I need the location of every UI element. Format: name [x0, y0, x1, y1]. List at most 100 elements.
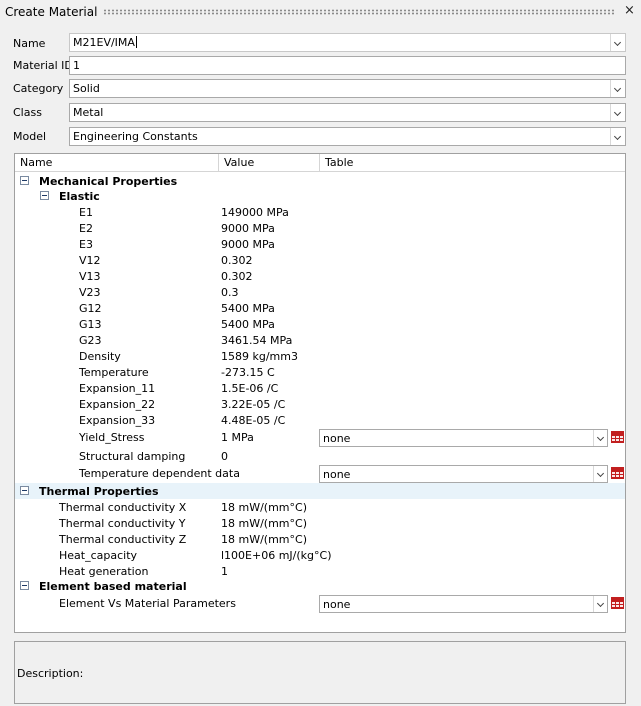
- property-row[interactable]: Thermal conductivity Z 18 mW/(mm°C): [15, 531, 625, 547]
- column-header-table[interactable]: Table: [320, 154, 353, 172]
- property-row[interactable]: Expansion_33 4.48E-05 /C: [15, 412, 625, 428]
- property-row[interactable]: Heat generation 1: [15, 563, 625, 579]
- property-row[interactable]: E3 9000 MPa: [15, 236, 625, 252]
- drag-grip[interactable]: [103, 9, 615, 15]
- property-row[interactable]: Expansion_11 1.5E-06 /C: [15, 380, 625, 396]
- group-thermal-properties[interactable]: Thermal Properties: [15, 483, 625, 499]
- property-name: Expansion_22: [79, 398, 156, 411]
- property-row[interactable]: E1 149000 MPa: [15, 204, 625, 220]
- column-header-name[interactable]: Name: [15, 154, 52, 172]
- category-select[interactable]: Solid: [69, 79, 626, 98]
- property-row[interactable]: Density 1589 kg/mm3: [15, 348, 625, 364]
- property-value[interactable]: 5400 MPa: [221, 302, 275, 315]
- property-row-element-vs-material[interactable]: Element Vs Material Parameters none: [15, 595, 625, 613]
- column-header-value[interactable]: Value: [219, 154, 254, 172]
- tempdep-table-select[interactable]: none: [319, 465, 608, 483]
- group-label: Elastic: [59, 190, 100, 203]
- property-value[interactable]: 9000 MPa: [221, 238, 275, 251]
- table-icon[interactable]: [611, 467, 624, 479]
- property-value[interactable]: 4.48E-05 /C: [221, 414, 285, 427]
- property-value[interactable]: 5400 MPa: [221, 318, 275, 331]
- property-name: Element Vs Material Parameters: [59, 597, 236, 610]
- property-row[interactable]: G23 3461.54 MPa: [15, 332, 625, 348]
- property-value[interactable]: 9000 MPa: [221, 222, 275, 235]
- property-row-structural-damping[interactable]: Structural damping 0: [15, 448, 625, 464]
- name-input[interactable]: M21EV/IMA: [73, 36, 135, 49]
- property-name: Thermal conductivity X: [59, 501, 187, 514]
- description-box[interactable]: Description:: [14, 641, 626, 704]
- property-row[interactable]: Expansion_22 3.22E-05 /C: [15, 396, 625, 412]
- property-name: Density: [79, 350, 121, 363]
- property-row[interactable]: V23 0.3: [15, 284, 625, 300]
- collapse-icon[interactable]: [20, 176, 29, 185]
- property-value[interactable]: 18 mW/(mm°C): [221, 517, 307, 530]
- model-value: Engineering Constants: [73, 130, 198, 143]
- collapse-icon[interactable]: [20, 486, 29, 495]
- title-bar[interactable]: Create Material ×: [0, 0, 641, 24]
- table-select-value: none: [323, 468, 351, 481]
- table-icon[interactable]: [611, 597, 624, 609]
- collapse-icon[interactable]: [20, 581, 29, 590]
- property-row[interactable]: Temperature -273.15 C: [15, 364, 625, 380]
- property-name: G13: [79, 318, 102, 331]
- model-select[interactable]: Engineering Constants: [69, 127, 626, 146]
- yield-table-select[interactable]: none: [319, 429, 608, 447]
- property-value[interactable]: 18 mW/(mm°C): [221, 533, 307, 546]
- group-mechanical-properties[interactable]: Mechanical Properties: [15, 173, 625, 189]
- property-row[interactable]: V12 0.302: [15, 252, 625, 268]
- class-select[interactable]: Metal: [69, 103, 626, 122]
- name-label: Name: [13, 37, 46, 50]
- group-label: Element based material: [39, 580, 187, 593]
- property-name: Temperature dependent data: [79, 467, 240, 480]
- property-value[interactable]: 1.5E-06 /C: [221, 382, 278, 395]
- property-value[interactable]: 0.302: [221, 254, 253, 267]
- property-row[interactable]: E2 9000 MPa: [15, 220, 625, 236]
- chevron-down-icon[interactable]: [593, 596, 607, 612]
- chevron-down-icon[interactable]: [593, 430, 607, 446]
- chevron-down-icon[interactable]: [610, 128, 625, 145]
- property-row[interactable]: Thermal conductivity Y 18 mW/(mm°C): [15, 515, 625, 531]
- group-element-based-material[interactable]: Element based material: [15, 578, 625, 594]
- property-value[interactable]: 18 mW/(mm°C): [221, 501, 307, 514]
- group-label: Mechanical Properties: [39, 175, 178, 188]
- close-icon[interactable]: ×: [624, 3, 635, 18]
- property-value[interactable]: 149000 MPa: [221, 206, 289, 219]
- property-tree[interactable]: Name Value Table Mechanical Properties E…: [14, 153, 626, 633]
- property-row-yield-stress[interactable]: Yield_Stress 1 MPa none: [15, 429, 625, 447]
- property-name: G12: [79, 302, 102, 315]
- property-value[interactable]: 3461.54 MPa: [221, 334, 292, 347]
- collapse-icon[interactable]: [40, 191, 49, 200]
- category-value: Solid: [73, 82, 100, 95]
- property-value[interactable]: 0.302: [221, 270, 253, 283]
- class-label: Class: [13, 106, 42, 119]
- property-value[interactable]: 3.22E-05 /C: [221, 398, 285, 411]
- create-material-dialog: Create Material × Name M21EV/IMA Materia…: [0, 0, 641, 706]
- property-name: Heat generation: [59, 565, 149, 578]
- chevron-down-icon[interactable]: [610, 34, 625, 51]
- property-value[interactable]: 0: [221, 450, 228, 463]
- name-combobox[interactable]: M21EV/IMA: [69, 33, 626, 52]
- property-value[interactable]: 1: [221, 565, 228, 578]
- property-name: Thermal conductivity Z: [59, 533, 187, 546]
- property-value[interactable]: 0.3: [221, 286, 239, 299]
- group-elastic[interactable]: Elastic: [15, 188, 625, 204]
- property-row[interactable]: Thermal conductivity X 18 mW/(mm°C): [15, 499, 625, 515]
- table-icon[interactable]: [611, 431, 624, 443]
- chevron-down-icon[interactable]: [593, 466, 607, 482]
- property-value[interactable]: -273.15 C: [221, 366, 275, 379]
- property-row[interactable]: G12 5400 MPa: [15, 300, 625, 316]
- property-name: V23: [79, 286, 101, 299]
- property-row-temperature-dependent[interactable]: Temperature dependent data none: [15, 465, 625, 483]
- element-param-select[interactable]: none: [319, 595, 608, 613]
- property-value[interactable]: 1589 kg/mm3: [221, 350, 298, 363]
- chevron-down-icon[interactable]: [610, 80, 625, 97]
- property-row[interactable]: G13 5400 MPa: [15, 316, 625, 332]
- property-name: V12: [79, 254, 101, 267]
- property-name: V13: [79, 270, 101, 283]
- property-row[interactable]: Heat_capacity l100E+06 mJ/(kg°C): [15, 547, 625, 563]
- property-value[interactable]: l100E+06 mJ/(kg°C): [221, 549, 332, 562]
- property-row[interactable]: V13 0.302: [15, 268, 625, 284]
- chevron-down-icon[interactable]: [610, 104, 625, 121]
- material-id-input[interactable]: 1: [69, 56, 626, 75]
- property-value[interactable]: 1 MPa: [221, 431, 254, 444]
